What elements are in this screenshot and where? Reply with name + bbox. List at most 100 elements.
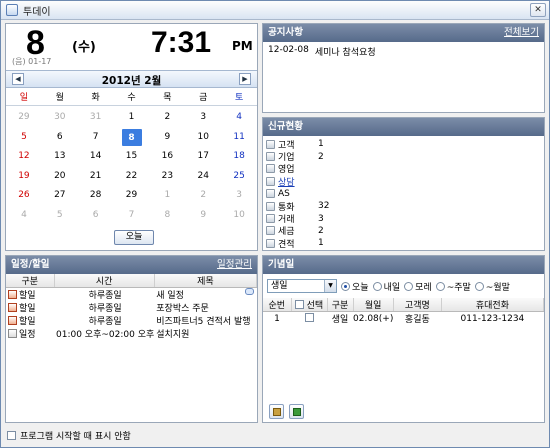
calendar-day[interactable]: 25 (221, 167, 257, 187)
radio-today[interactable]: 오늘 (341, 280, 369, 293)
calendar-week: 29 30 31 1 2 3 4 (6, 108, 257, 128)
row-phone: 011-123-1234 (460, 313, 525, 324)
calendar-day[interactable]: 20 (42, 167, 78, 187)
calendar-day[interactable]: 24 (185, 167, 221, 187)
notice-item[interactable]: 12-02-08 세미나 참석요청 (263, 42, 544, 61)
select-all-checkbox[interactable] (294, 300, 304, 309)
calendar-day[interactable]: 9 (149, 128, 185, 148)
calendar-day[interactable]: 13 (42, 147, 78, 167)
calendar-day[interactable]: 7 (78, 128, 114, 148)
status-label-link[interactable]: 상담 (278, 175, 318, 188)
col-name[interactable]: 고객명 (393, 298, 442, 312)
col-select-cell[interactable]: 선택 (291, 298, 328, 312)
calendar-day[interactable]: 12 (6, 147, 42, 167)
calendar-day[interactable]: 2 (185, 186, 221, 206)
calendar-day[interactable]: 29 (114, 186, 150, 206)
calendar-day[interactable]: 21 (78, 167, 114, 187)
print-button[interactable] (269, 404, 284, 419)
status-item-call[interactable]: 통화 32 (266, 200, 541, 213)
calendar-day[interactable]: 6 (42, 128, 78, 148)
calendar-day[interactable]: 7 (114, 206, 150, 226)
table-row[interactable]: 할일 하루종일 새 일정 (6, 288, 257, 301)
calendar-day[interactable]: 14 (78, 147, 114, 167)
schedule-manage-link[interactable]: 일정관리 (217, 256, 252, 274)
document-icon (266, 226, 275, 236)
row-checkbox[interactable] (304, 313, 314, 322)
col-time[interactable]: 시간 (54, 274, 155, 288)
today-button[interactable]: 오늘 (114, 230, 154, 245)
calendar-day[interactable]: 4 (221, 108, 257, 128)
calendar-day-selected[interactable]: 8 (114, 128, 150, 148)
startup-checkbox[interactable] (7, 431, 16, 440)
col-kind[interactable]: 구분 (327, 298, 354, 312)
calendar-day[interactable]: 3 (221, 186, 257, 206)
calendar-day[interactable]: 10 (221, 206, 257, 226)
radio-weekend[interactable]: ~주말 (435, 280, 471, 293)
startup-option[interactable]: 프로그램 시작할 때 표시 안함 (7, 429, 131, 442)
table-row[interactable]: 할일 하루종일 포장박스 주문 (6, 301, 257, 314)
close-button[interactable]: ✕ (530, 3, 546, 17)
event-icon (8, 329, 17, 338)
calendar-day[interactable]: 15 (114, 147, 150, 167)
calendar-day[interactable]: 6 (78, 206, 114, 226)
col-no[interactable]: 순번 (263, 298, 292, 312)
calendar-day[interactable]: 27 (42, 186, 78, 206)
radio-dot[interactable] (435, 281, 445, 291)
calendar-day[interactable]: 8 (149, 206, 185, 226)
calendar-day[interactable]: 23 (149, 167, 185, 187)
calendar-day[interactable]: 2 (149, 108, 185, 128)
row-type: 할일 (19, 304, 36, 314)
status-item-tax[interactable]: 세금 2 (266, 225, 541, 237)
radio-dot[interactable] (372, 281, 382, 291)
calendar-day[interactable]: 3 (185, 108, 221, 128)
table-row[interactable]: 1 생일 02.08(+) 홍길동 011-123-1234 (263, 312, 544, 325)
calendar-day[interactable]: 11 (221, 128, 257, 148)
calendar-day[interactable]: 9 (185, 206, 221, 226)
calendar-day[interactable]: 4 (6, 206, 42, 226)
radio-dot[interactable] (341, 281, 350, 291)
calendar-day[interactable]: 22 (114, 167, 150, 187)
calendar-day[interactable]: 1 (149, 186, 185, 206)
current-time: 7:31 (151, 26, 212, 59)
status-value: 1 (318, 139, 324, 150)
status-item-company[interactable]: 기업 2 (266, 150, 541, 163)
calendar-day[interactable]: 28 (78, 186, 114, 206)
view-all-link[interactable]: 전체보기 (504, 24, 539, 42)
radio-dot[interactable] (474, 281, 484, 291)
radio-day-after[interactable]: 모레 (404, 280, 432, 293)
table-row[interactable]: 일정 01:00 오후~02:00 오후 설치지원 (6, 327, 257, 340)
calendar-day[interactable]: 17 (185, 147, 221, 167)
selected-day[interactable]: 8 (121, 128, 142, 146)
status-item-customer[interactable]: 고객 1 (266, 138, 541, 151)
calendar-day[interactable]: 19 (6, 167, 42, 187)
radio-month-end[interactable]: ~월말 (474, 280, 510, 293)
table-row[interactable]: 할일 하루종일 비즈파트너5 견적서 발행 (6, 314, 257, 327)
calendar-day[interactable]: 5 (6, 128, 42, 148)
radio-tomorrow[interactable]: 내일 (372, 280, 400, 293)
status-item-consult[interactable]: 상담 (266, 175, 541, 188)
startup-label: 프로그램 시작할 때 표시 안함 (20, 432, 131, 442)
next-month-button[interactable]: ▶ (239, 73, 251, 85)
col-date[interactable]: 월일 (353, 298, 394, 312)
radio-dot[interactable] (404, 281, 414, 291)
calendar-day[interactable]: 5 (42, 206, 78, 226)
calendar-day[interactable]: 29 (6, 108, 42, 128)
col-phone[interactable]: 휴대전화 (441, 298, 545, 312)
calendar-day[interactable]: 31 (78, 108, 114, 128)
status-item-as[interactable]: AS (266, 188, 541, 200)
status-item-sales[interactable]: 영업 (266, 163, 541, 175)
calendar-day[interactable]: 18 (221, 147, 257, 167)
status-item-quote[interactable]: 견적 1 (266, 237, 541, 250)
calendar-day[interactable]: 10 (185, 128, 221, 148)
calendar-week: 4 5 6 7 8 9 10 (6, 206, 257, 226)
calendar-day[interactable]: 16 (149, 147, 185, 167)
status-item-deal[interactable]: 거래 3 (266, 212, 541, 225)
excel-button[interactable] (289, 404, 304, 419)
chevron-down-icon[interactable]: ▼ (324, 280, 336, 292)
calendar-day[interactable]: 26 (6, 186, 42, 206)
calendar-day[interactable]: 30 (42, 108, 78, 128)
col-type[interactable]: 구분 (6, 274, 55, 288)
calendar-day[interactable]: 1 (114, 108, 150, 128)
anniversary-type-select[interactable]: 생일 ▼ (267, 279, 337, 293)
col-title[interactable]: 제목 (154, 274, 258, 288)
